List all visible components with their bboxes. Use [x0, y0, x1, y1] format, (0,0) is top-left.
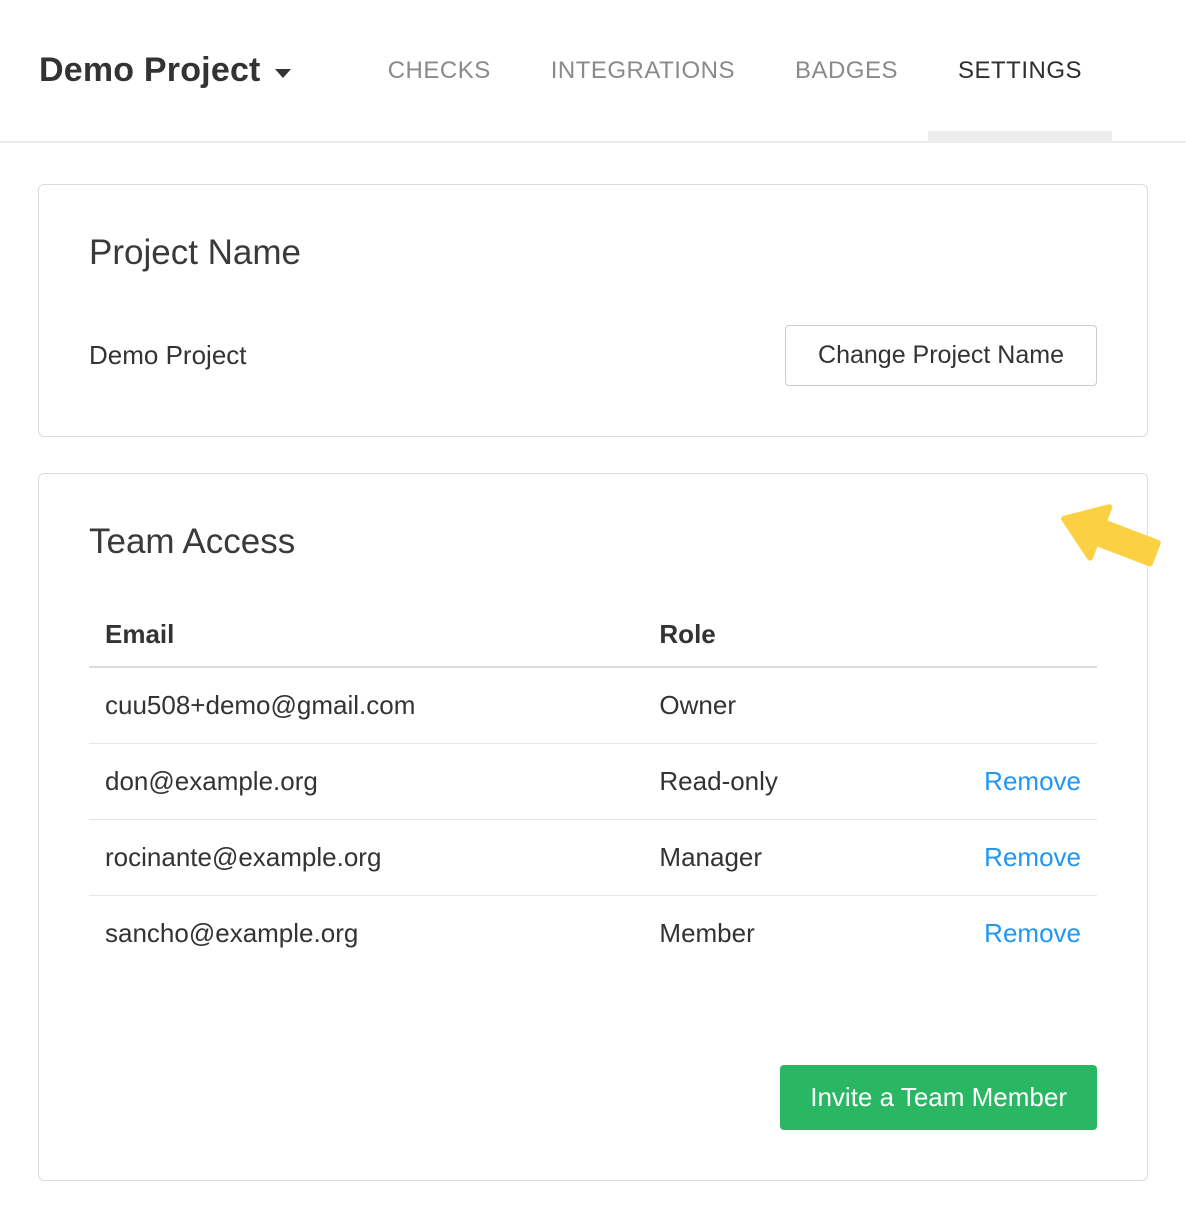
member-role: Owner	[643, 667, 945, 744]
team-access-card: Team Access Email Role cuu508+demo@gmail…	[38, 473, 1148, 1180]
tab-integrations[interactable]: INTEGRATIONS	[521, 0, 765, 141]
table-row: sancho@example.org Member Remove	[89, 895, 1097, 971]
main-nav: CHECKS INTEGRATIONS BADGES SETTINGS	[358, 0, 1112, 141]
project-switcher[interactable]: Demo Project	[39, 51, 291, 90]
tab-settings[interactable]: SETTINGS	[928, 0, 1112, 141]
member-email: cuu508+demo@gmail.com	[89, 667, 643, 744]
current-project-name: Demo Project	[89, 340, 247, 371]
remove-member-link[interactable]: Remove	[984, 766, 1081, 796]
member-role: Manager	[643, 819, 945, 895]
tab-checks[interactable]: CHECKS	[358, 0, 521, 141]
tab-badges[interactable]: BADGES	[765, 0, 928, 141]
action-column-header	[946, 619, 1097, 667]
member-action-cell: Remove	[946, 819, 1097, 895]
table-row: rocinante@example.org Manager Remove	[89, 819, 1097, 895]
table-row: don@example.org Read-only Remove	[89, 743, 1097, 819]
change-project-name-button[interactable]: Change Project Name	[785, 325, 1097, 386]
member-action-cell: Remove	[946, 743, 1097, 819]
invite-team-member-button[interactable]: Invite a Team Member	[780, 1065, 1097, 1130]
member-email: don@example.org	[89, 743, 643, 819]
chevron-down-icon	[275, 69, 291, 78]
member-email: rocinante@example.org	[89, 819, 643, 895]
team-members-table: Email Role cuu508+demo@gmail.com Owner d…	[89, 619, 1097, 971]
member-role: Read-only	[643, 743, 945, 819]
project-title: Demo Project	[39, 51, 261, 90]
member-action-cell	[946, 667, 1097, 744]
settings-page: Project Name Demo Project Change Project…	[0, 143, 1186, 1181]
member-email: sancho@example.org	[89, 895, 643, 971]
email-column-header: Email	[89, 619, 643, 667]
member-action-cell: Remove	[946, 895, 1097, 971]
member-role: Member	[643, 895, 945, 971]
table-row: cuu508+demo@gmail.com Owner	[89, 667, 1097, 744]
project-name-card-title: Project Name	[89, 233, 1097, 273]
app-header: Demo Project CHECKS INTEGRATIONS BADGES …	[0, 0, 1186, 143]
project-name-card: Project Name Demo Project Change Project…	[38, 184, 1148, 437]
remove-member-link[interactable]: Remove	[984, 842, 1081, 872]
role-column-header: Role	[643, 619, 945, 667]
table-header-row: Email Role	[89, 619, 1097, 667]
team-access-card-title: Team Access	[89, 522, 1097, 562]
remove-member-link[interactable]: Remove	[984, 918, 1081, 948]
